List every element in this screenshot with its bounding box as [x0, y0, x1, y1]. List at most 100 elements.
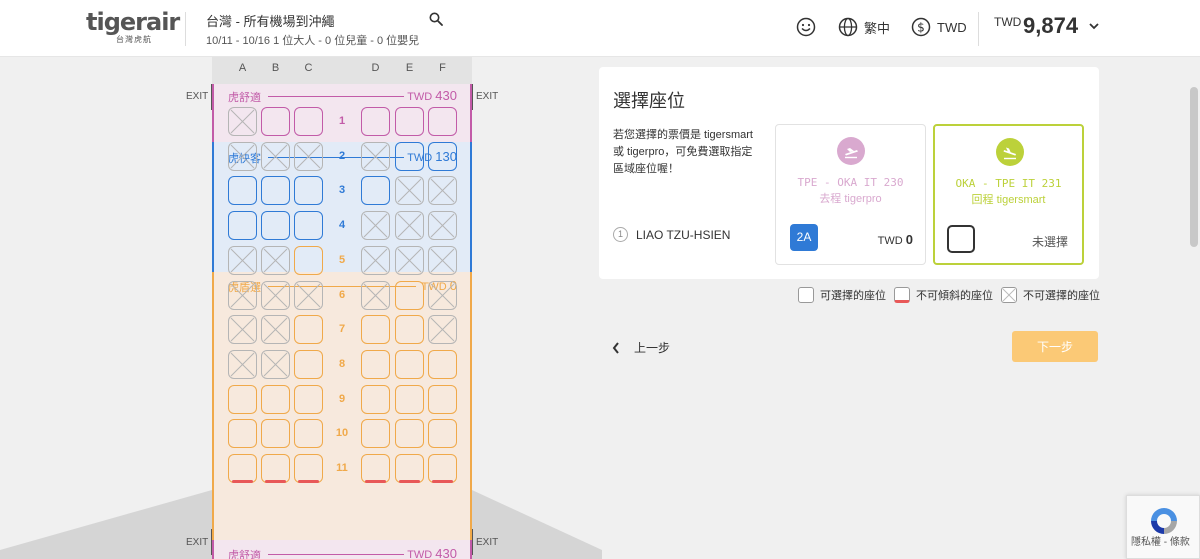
seat-5F	[428, 246, 457, 275]
no-recline-marker	[432, 480, 453, 483]
row-number: 5	[338, 254, 346, 266]
legend-no-recline: 不可傾斜的座位	[894, 287, 993, 303]
page-scrollbar[interactable]	[1188, 57, 1200, 559]
seat-10A[interactable]	[228, 419, 257, 448]
legend-unavailable: 不可選擇的座位	[1001, 287, 1100, 303]
seat-11A[interactable]	[228, 454, 257, 483]
seat-11F[interactable]	[428, 454, 457, 483]
seat-3B[interactable]	[261, 176, 290, 205]
seat-7C[interactable]	[294, 315, 323, 344]
seat-4B[interactable]	[261, 211, 290, 240]
passenger-number: 1	[613, 227, 628, 242]
selected-seat-badge[interactable]: 2A	[790, 224, 818, 251]
seat-11D[interactable]	[361, 454, 390, 483]
unselected-seat-box[interactable]	[947, 225, 975, 253]
seat-6F	[428, 281, 457, 310]
seat-7E[interactable]	[395, 315, 424, 344]
exit-label-left: EXIT	[186, 91, 209, 102]
globe-icon	[838, 17, 858, 37]
recaptcha-badge[interactable]: 隱私權 - 條款	[1126, 495, 1200, 559]
seat-6E[interactable]	[395, 281, 424, 310]
seat-9C[interactable]	[294, 385, 323, 414]
return-fare: 回程 tigersmart	[971, 194, 1046, 206]
top-header: tigerair 台灣虎航 台灣 - 所有機場到沖繩 10/11 - 10/16…	[0, 0, 1200, 57]
seat-9B[interactable]	[261, 385, 290, 414]
back-label: 上一步	[634, 341, 671, 355]
seat-11E[interactable]	[395, 454, 424, 483]
zone-price-currency: TWD	[407, 549, 436, 559]
seat-10D[interactable]	[361, 419, 390, 448]
seat-1C[interactable]	[294, 107, 323, 136]
seat-selection-panel: 選擇座位 若您選擇的票價是 tigersmart 或 tigerpro，可免費選…	[599, 67, 1099, 279]
seat-4C[interactable]	[294, 211, 323, 240]
legend-no-recline-label: 不可傾斜的座位	[916, 290, 993, 302]
seat-9A[interactable]	[228, 385, 257, 414]
seat-10E[interactable]	[395, 419, 424, 448]
outbound-seat-price: TWD 0	[878, 232, 913, 247]
recaptcha-links[interactable]: 隱私權 - 條款	[1131, 533, 1190, 548]
total-amount[interactable]: 9,874	[1023, 13, 1078, 39]
seat-8E[interactable]	[395, 350, 424, 379]
seat-8D[interactable]	[361, 350, 390, 379]
search-icon[interactable]	[429, 12, 443, 26]
seat-10F[interactable]	[428, 419, 457, 448]
return-seat-status: 未選擇	[1031, 235, 1068, 249]
seat-2E[interactable]	[395, 142, 424, 171]
seat-1D[interactable]	[361, 107, 390, 136]
seat-11B[interactable]	[261, 454, 290, 483]
member-button[interactable]	[796, 17, 816, 37]
next-button[interactable]: 下一步	[1012, 331, 1098, 362]
flight-card-outbound[interactable]: TPE - OKA IT 230 去程 tigerpro 2A TWD 0	[775, 124, 926, 265]
seat-1E[interactable]	[395, 107, 424, 136]
no-recline-marker	[298, 480, 319, 483]
seat-column-a: A	[238, 62, 247, 74]
seat-7A	[228, 315, 257, 344]
seat-8F[interactable]	[428, 350, 457, 379]
total-currency: TWD	[994, 15, 1022, 29]
scrollbar-thumb[interactable]	[1190, 87, 1198, 247]
seat-1B[interactable]	[261, 107, 290, 136]
back-button[interactable]: 上一步	[612, 339, 670, 356]
header-divider	[185, 12, 186, 46]
passenger-row[interactable]: 1 LIAO TZU-HSIEN	[613, 227, 730, 242]
language-selector[interactable]: 繁中	[838, 17, 890, 37]
language-label: 繁中	[864, 20, 891, 36]
seat-4F	[428, 211, 457, 240]
seat-9D[interactable]	[361, 385, 390, 414]
flight-card-return[interactable]: OKA - TPE IT 231 回程 tigersmart 未選擇	[933, 124, 1084, 265]
seat-4E	[395, 211, 424, 240]
outbound-route: TPE - OKA IT 230	[797, 176, 904, 189]
chevron-down-icon[interactable]	[1088, 21, 1100, 31]
panel-title: 選擇座位	[613, 91, 685, 111]
no-recline-marker	[265, 480, 286, 483]
seat-2F[interactable]	[428, 142, 457, 171]
seat-column-c: C	[304, 62, 313, 74]
seat-10C[interactable]	[294, 419, 323, 448]
seat-2D	[361, 142, 390, 171]
seat-10B[interactable]	[261, 419, 290, 448]
plane-takeoff-icon	[837, 137, 865, 165]
seat-8C[interactable]	[294, 350, 323, 379]
trip-title[interactable]: 台灣 - 所有機場到沖繩	[206, 11, 335, 30]
seat-3F	[428, 176, 457, 205]
seat-9E[interactable]	[395, 385, 424, 414]
row-number: 1	[338, 115, 346, 127]
tigerair-logo[interactable]: tigerair 台灣虎航	[86, 8, 180, 48]
seat-column-e: E	[405, 62, 414, 74]
seat-3C[interactable]	[294, 176, 323, 205]
seat-4A[interactable]	[228, 211, 257, 240]
row-number: 10	[335, 427, 349, 439]
seat-3D[interactable]	[361, 176, 390, 205]
seat-7D[interactable]	[361, 315, 390, 344]
exit-label-right: EXIT	[476, 91, 499, 102]
seat-4D	[361, 211, 390, 240]
seat-9F[interactable]	[428, 385, 457, 414]
seat-11C[interactable]	[294, 454, 323, 483]
seat-3A[interactable]	[228, 176, 257, 205]
currency-selector[interactable]: $ TWD	[911, 17, 967, 37]
seat-1F[interactable]	[428, 107, 457, 136]
zone-price: TWD 430	[407, 546, 457, 559]
header-divider-2	[978, 12, 979, 46]
seat-5C[interactable]	[294, 246, 323, 275]
seat-column-d: D	[371, 62, 380, 74]
